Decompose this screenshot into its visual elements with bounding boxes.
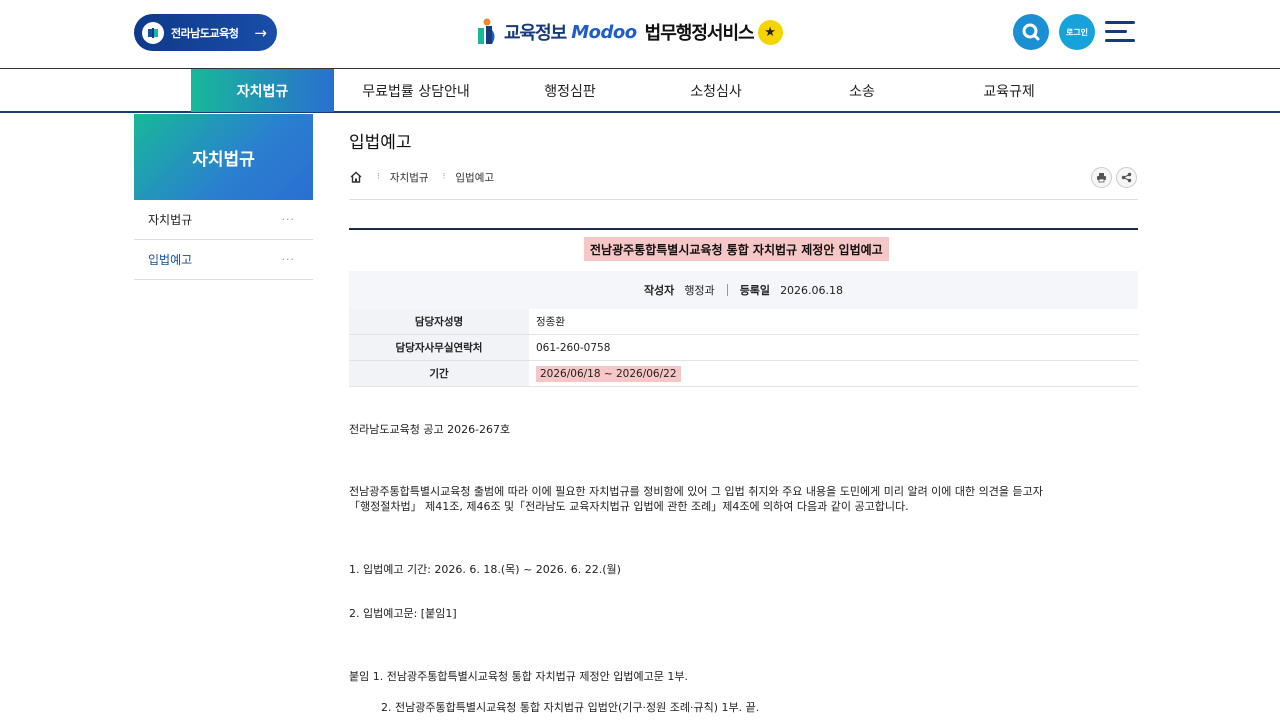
info-row-contact-name: 담당자성명 정종환: [349, 309, 1138, 335]
search-button[interactable]: [1013, 14, 1049, 50]
gnb-item-edu-regulation[interactable]: 교육규제: [939, 69, 1079, 112]
attachment-line: 붙임 1. 전남광주통합특별시교육청 통합 자치법규 제정안 입법예고문 1부.: [349, 670, 688, 683]
info-value: 2026/06/18 ~ 2026/06/22: [529, 365, 681, 382]
notice-number: 전라남도교육청 공고 2026-267호: [349, 423, 511, 436]
arrow-right-icon: →: [254, 23, 267, 42]
site-brand-logo[interactable]: 교육정보 Modoo 법무행정서비스 ★: [476, 17, 783, 47]
sidebar-item-legislative-notice[interactable]: 입법예고 ···: [134, 240, 313, 280]
breadcrumb: ⁝ 자치법규 ⁝ 입법예고: [349, 168, 494, 186]
info-row-period: 기간 2026/06/18 ~ 2026/06/22: [349, 361, 1138, 387]
search-icon: [1022, 23, 1040, 41]
body-paragraph-line: 전남광주통합특별시교육청 출범에 따라 이에 필요한 자치법규를 정비함에 있어…: [349, 485, 1043, 498]
print-icon: [1097, 173, 1106, 183]
brand-mark-icon: [478, 18, 495, 44]
breadcrumb-item-local-laws[interactable]: 자치법규: [390, 170, 429, 185]
menu-bar-icon: [1105, 39, 1135, 42]
share-button[interactable]: [1116, 167, 1137, 188]
page-title: 입법예고: [349, 133, 412, 153]
sidebar-title: 자치법규: [134, 114, 313, 200]
meta-divider: [726, 284, 728, 296]
share-icon: [1121, 172, 1132, 183]
info-value: 정종환: [536, 316, 565, 328]
site-header: 전라남도교육청 → 교육정보 Modoo 법무행정서비스 ★ 로그인: [0, 0, 1280, 68]
author-value: 행정과: [684, 284, 715, 297]
breadcrumb-separator: ⁝: [442, 172, 446, 182]
author-label: 작성자: [643, 284, 675, 297]
region-office-link-button[interactable]: 전라남도교육청 →: [134, 14, 277, 51]
menu-bar-icon: [1105, 30, 1127, 33]
brand-text-modoo: Modoo: [571, 21, 637, 43]
office-logo-icon: [142, 21, 164, 44]
info-value: 061-260-0758: [536, 341, 611, 354]
sidebar-item-label: 입법예고: [148, 253, 193, 267]
hamburger-menu-button[interactable]: [1105, 20, 1135, 44]
brand-text-edu-info: 교육정보: [504, 23, 567, 44]
main-navigation: 자치법규 무료법률 상담안내 행정심판 소청심사 소송 교육규제: [0, 68, 1280, 113]
gnb-item-free-legal-consult[interactable]: 무료법률 상담안내: [340, 69, 492, 112]
gnb-item-admin-appeal[interactable]: 행정심판: [500, 69, 640, 112]
breadcrumb-item-legislative-notice[interactable]: 입법예고: [455, 170, 494, 185]
date-label: 등록일: [739, 284, 771, 297]
sidebar-item-local-laws[interactable]: 자치법규 ···: [134, 200, 313, 240]
info-label: 기간: [349, 361, 529, 386]
board-top-border: [349, 228, 1138, 230]
sidebar-item-label: 자치법규: [148, 213, 193, 227]
body-item-notice-doc: 2. 입법예고문: [붙임1]: [349, 607, 457, 620]
more-dots-icon: ···: [281, 253, 295, 266]
body-paragraph-line: 「행정절차법」 제41조, 제46조 및「전라남도 교육자치법규 입법에 관한 …: [349, 500, 909, 513]
menu-bar-icon: [1105, 21, 1135, 24]
breadcrumb-separator: ⁝: [377, 172, 380, 182]
star-badge-icon: ★: [757, 19, 783, 45]
body-item-period: 1. 입법예고 기간: 2026. 6. 18.(목) ~ 2026. 6. 2…: [349, 563, 621, 576]
home-icon[interactable]: [349, 170, 363, 184]
post-title: 전남광주통합특별시교육청 통합 자치법규 제정안 입법예고: [584, 237, 889, 261]
info-label: 담당자사무실연락처: [349, 335, 529, 360]
gnb-item-local-laws[interactable]: 자치법규: [191, 69, 334, 112]
region-office-label: 전라남도교육청: [171, 26, 239, 40]
date-value: 2026.06.18: [780, 283, 844, 297]
gnb-item-petition-review[interactable]: 소청심사: [646, 69, 786, 112]
print-button[interactable]: [1091, 167, 1112, 188]
info-label: 담당자성명: [349, 309, 529, 334]
info-row-contact-phone: 담당자사무실연락처 061-260-0758: [349, 335, 1138, 361]
brand-text-legal-service: 법무행정서비스: [644, 23, 755, 44]
attachment-line: 2. 전남광주통합특별시교육청 통합 자치법규 입법안(기구·정원 조례·규칙)…: [381, 701, 760, 714]
more-dots-icon: ···: [281, 213, 295, 226]
period-highlight: 2026/06/18 ~ 2026/06/22: [536, 365, 681, 382]
login-button[interactable]: 로그인: [1059, 14, 1095, 50]
post-meta: 작성자 행정과 등록일 2026.06.18: [349, 271, 1138, 309]
gnb-item-lawsuit[interactable]: 소송: [792, 69, 932, 112]
divider: [349, 199, 1138, 200]
